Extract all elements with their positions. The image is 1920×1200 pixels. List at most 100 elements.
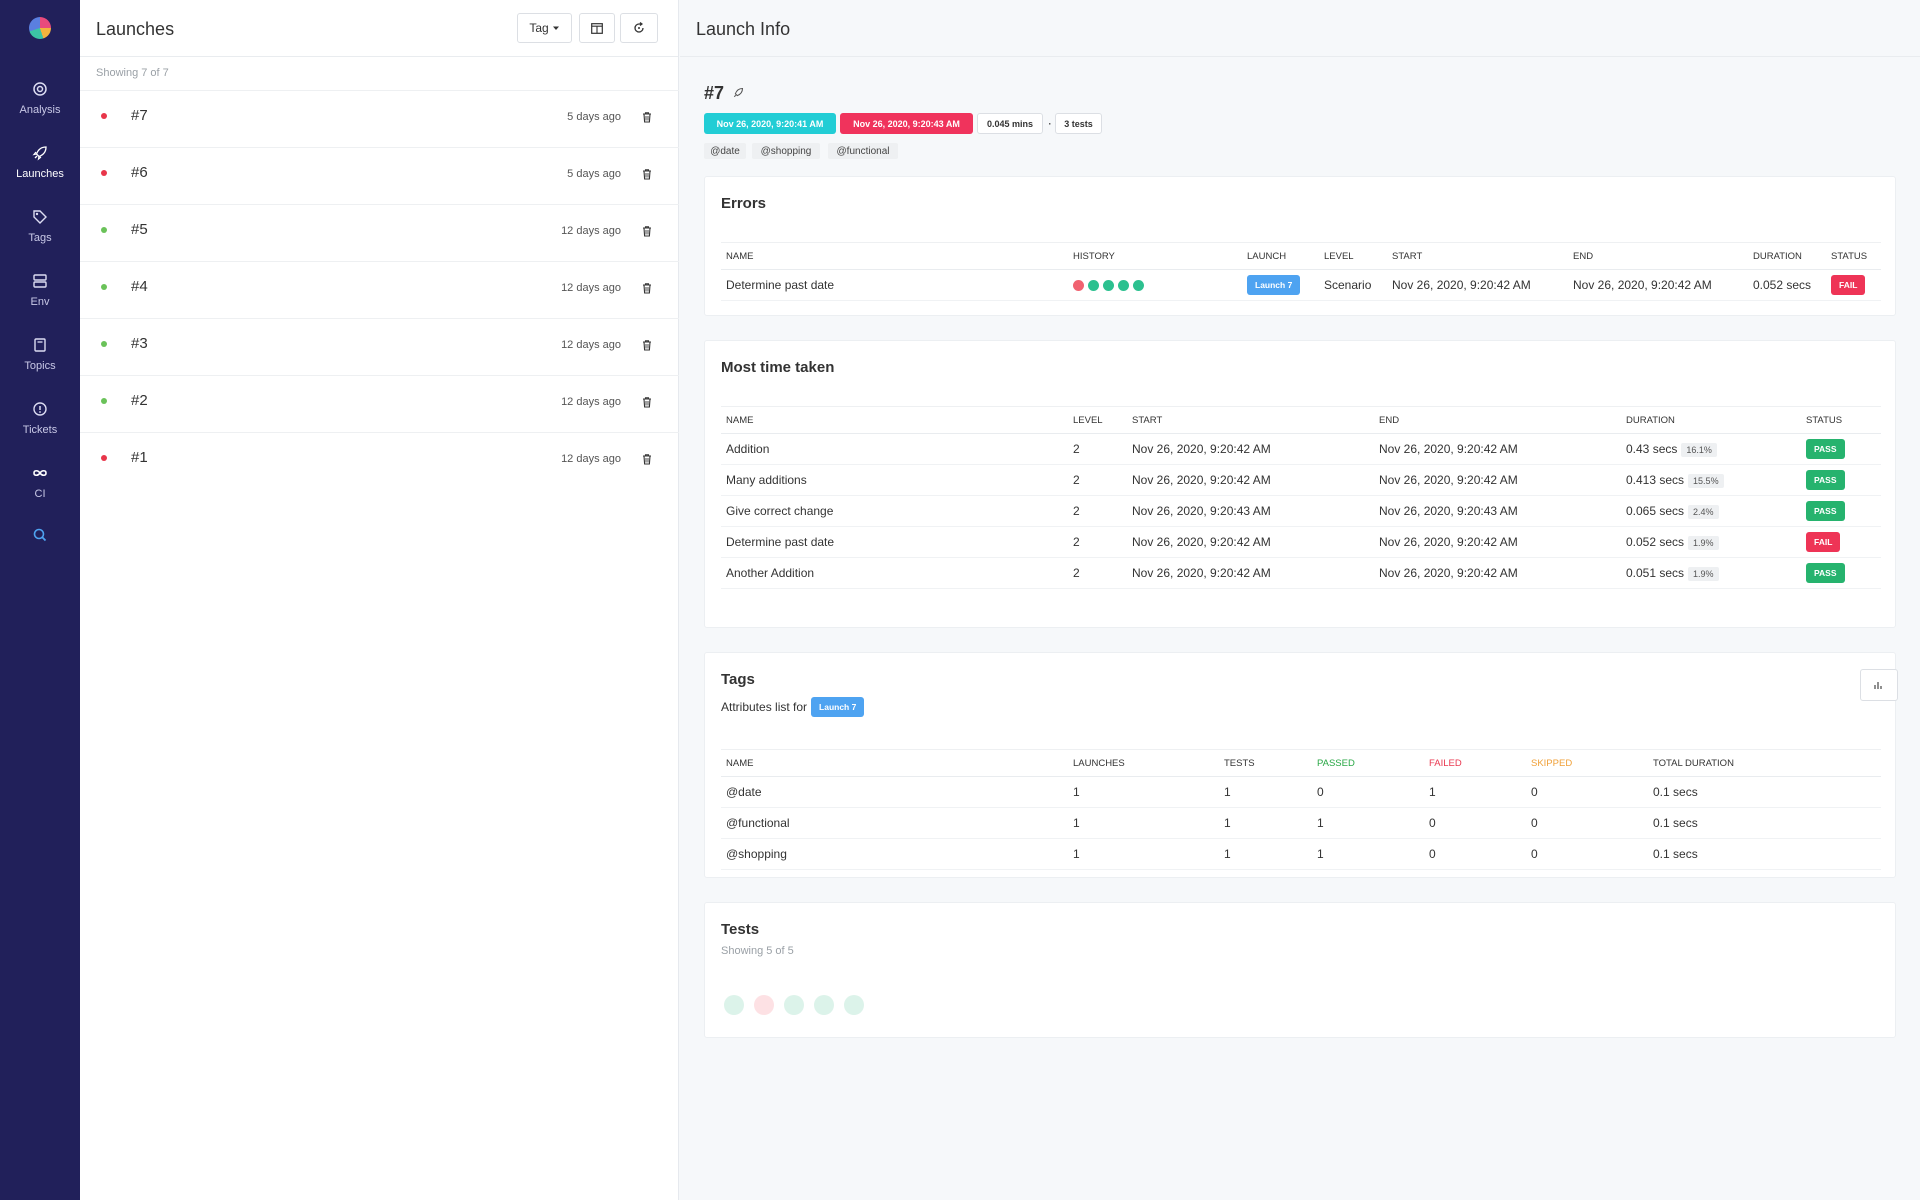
- sidebar-item-tags[interactable]: Tags: [0, 209, 80, 244]
- test-result-dot[interactable]: [814, 995, 834, 1015]
- sidebar-item-launches[interactable]: Launches: [0, 145, 80, 180]
- column-header[interactable]: Total Duration: [1648, 749, 1881, 777]
- launch-list-item[interactable]: #5 12 days ago: [80, 204, 679, 261]
- sidebar-item-analysis[interactable]: Analysis: [0, 81, 80, 116]
- infinity-icon: [33, 469, 47, 477]
- status-badge: FAIL: [1831, 275, 1866, 295]
- test-name[interactable]: Addition: [721, 433, 1068, 465]
- start-cell: Nov 26, 2020, 9:20:42 AM: [1127, 526, 1374, 558]
- end-cell: Nov 26, 2020, 9:20:42 AM: [1374, 526, 1621, 558]
- duration-percent: 1.9%: [1688, 535, 1719, 550]
- refresh-button[interactable]: [620, 13, 658, 43]
- column-header[interactable]: Name: [721, 749, 1068, 777]
- table-row[interactable]: Addition 2 Nov 26, 2020, 9:20:42 AM Nov 26,…: [721, 433, 1881, 465]
- table-row[interactable]: Determine past date 2 Nov 26, 2020, 9:20:4…: [721, 526, 1881, 558]
- column-header[interactable]: Name: [721, 242, 1068, 270]
- table-row[interactable]: @shopping 1 1 1 0 0 0.1 secs: [721, 838, 1881, 870]
- column-header[interactable]: Start: [1127, 406, 1374, 434]
- table-row[interactable]: Give correct change 2 Nov 26, 2020, 9:20:4…: [721, 495, 1881, 527]
- sidebar-item-tickets[interactable]: Tickets: [0, 401, 80, 436]
- tag-name[interactable]: @date: [721, 776, 1068, 808]
- history-dot[interactable]: [1088, 280, 1099, 292]
- column-header[interactable]: Level: [1068, 406, 1127, 434]
- column-header[interactable]: Name: [721, 406, 1068, 434]
- trash-icon[interactable]: [641, 453, 653, 465]
- tags-card: Tags Attributes list for Launch 7 Name L…: [704, 652, 1898, 878]
- launch-list-item[interactable]: #7 5 days ago: [80, 90, 679, 147]
- column-header[interactable]: Launches: [1068, 749, 1219, 777]
- trash-icon[interactable]: [641, 225, 653, 237]
- history-dot[interactable]: [1118, 280, 1129, 292]
- layout-toggle-button[interactable]: [579, 13, 615, 43]
- tag-name[interactable]: @functional: [721, 807, 1068, 839]
- chart-toggle-button[interactable]: [1860, 669, 1898, 701]
- column-header[interactable]: Start: [1387, 242, 1568, 270]
- test-name[interactable]: Determine past date: [721, 526, 1068, 558]
- launch-badge[interactable]: Launch 7: [811, 697, 865, 717]
- start-cell: Nov 26, 2020, 9:20:42 AM: [1127, 557, 1374, 589]
- test-result-dot[interactable]: [844, 995, 864, 1015]
- test-result-dot[interactable]: [784, 995, 804, 1015]
- column-header[interactable]: Duration: [1748, 242, 1826, 270]
- tag-name[interactable]: @shopping: [721, 838, 1068, 870]
- app-logo[interactable]: [29, 17, 51, 39]
- column-header[interactable]: Passed: [1312, 749, 1424, 777]
- table-row[interactable]: @functional 1 1 1 0 0 0.1 secs: [721, 807, 1881, 839]
- status-badge: PASS: [1806, 501, 1845, 521]
- launch-tag-chip[interactable]: @date: [704, 143, 746, 159]
- status-badge: FAIL: [1806, 532, 1841, 552]
- test-name[interactable]: Many additions: [721, 464, 1068, 496]
- trash-icon[interactable]: [641, 111, 653, 123]
- column-header[interactable]: Duration: [1621, 406, 1801, 434]
- duration-cell: 0.413 secs 15.5%: [1621, 464, 1801, 496]
- test-name[interactable]: Determine past date: [721, 269, 1068, 301]
- history-dot[interactable]: [1133, 280, 1144, 292]
- launch-tag-chip[interactable]: @functional: [828, 143, 898, 159]
- history-dot[interactable]: [1073, 280, 1084, 292]
- table-row[interactable]: Many additions 2 Nov 26, 2020, 9:20:42 AM N…: [721, 464, 1881, 496]
- test-result-dot[interactable]: [724, 995, 744, 1015]
- sidebar-item-env[interactable]: Env: [0, 273, 80, 308]
- launch-list-item[interactable]: #2 12 days ago: [80, 375, 679, 432]
- launch-list-item[interactable]: #6 5 days ago: [80, 147, 679, 204]
- column-header[interactable]: End: [1374, 406, 1621, 434]
- column-header[interactable]: Status: [1801, 406, 1881, 434]
- launch-list-item[interactable]: #3 12 days ago: [80, 318, 679, 375]
- column-header[interactable]: Level: [1319, 242, 1387, 270]
- column-header[interactable]: Launch: [1242, 242, 1319, 270]
- column-header[interactable]: Failed: [1424, 749, 1526, 777]
- test-result-dot[interactable]: [754, 995, 774, 1015]
- trash-icon[interactable]: [641, 339, 653, 351]
- launch-tag-chip[interactable]: @shopping: [752, 143, 820, 159]
- column-header[interactable]: History: [1068, 242, 1242, 270]
- end-cell: Nov 26, 2020, 9:20:42 AM: [1374, 433, 1621, 465]
- test-name[interactable]: Another Addition: [721, 557, 1068, 589]
- launch-status-dot: [101, 455, 107, 461]
- launches-showing-count: Showing 7 of 7: [96, 67, 169, 79]
- table-row[interactable]: Another Addition 2 Nov 26, 2020, 9:20:42 A…: [721, 557, 1881, 589]
- history-dot[interactable]: [1103, 280, 1114, 292]
- errors-card: Errors Name History Launch Level Start E…: [704, 176, 1896, 316]
- launch-badge[interactable]: Launch 7: [1247, 275, 1301, 295]
- tag-filter-button[interactable]: Tag: [517, 13, 572, 43]
- trash-icon[interactable]: [641, 282, 653, 294]
- start-cell: Nov 26, 2020, 9:20:42 AM: [1127, 433, 1374, 465]
- sidebar-item-ci[interactable]: CI: [0, 465, 80, 500]
- launches-cell: 1: [1068, 807, 1219, 839]
- level-cell: 2: [1068, 495, 1127, 527]
- test-name[interactable]: Give correct change: [721, 495, 1068, 527]
- column-header[interactable]: Status: [1826, 242, 1881, 270]
- sidebar-item-topics[interactable]: Topics: [0, 337, 80, 372]
- column-header[interactable]: End: [1568, 242, 1748, 270]
- launch-list-item[interactable]: #4 12 days ago: [80, 261, 679, 318]
- trash-icon[interactable]: [641, 168, 653, 180]
- sidebar-search[interactable]: [0, 527, 80, 550]
- column-header[interactable]: Tests: [1219, 749, 1312, 777]
- total-duration-cell: 0.1 secs: [1648, 807, 1881, 839]
- table-row[interactable]: Determine past date Launch 7 Scenario No…: [721, 269, 1881, 301]
- launch-list-item[interactable]: #1 12 days ago: [80, 432, 679, 489]
- column-header[interactable]: Skipped: [1526, 749, 1648, 777]
- table-row[interactable]: @date 1 1 0 1 0 0.1 secs: [721, 776, 1881, 808]
- launch-status-dot: [101, 113, 107, 119]
- trash-icon[interactable]: [641, 396, 653, 408]
